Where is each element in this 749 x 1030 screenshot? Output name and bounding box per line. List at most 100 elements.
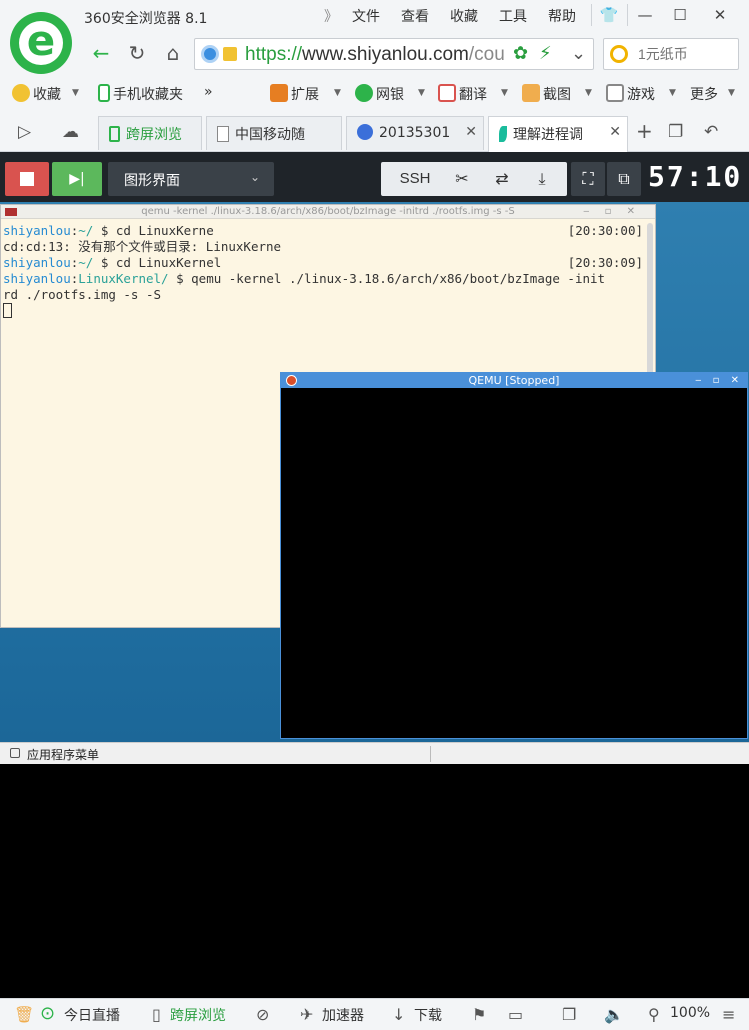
- menu-collapse-icon[interactable]: 》: [324, 6, 338, 26]
- qemu-window[interactable]: QEMU [Stopped] ‒ ▫ ✕: [280, 372, 748, 739]
- extensions-caret-icon[interactable]: ▼: [334, 88, 341, 98]
- search-box[interactable]: [603, 38, 739, 70]
- menu-file[interactable]: 文件: [352, 6, 380, 26]
- restore-tab-icon[interactable]: ↶: [704, 122, 718, 142]
- mode-select[interactable]: 图形界面 ⌄: [108, 162, 274, 196]
- menu-view[interactable]: 查看: [401, 6, 429, 26]
- play-circle-icon[interactable]: ⊙: [40, 1003, 55, 1024]
- web-content: ▶| 图形界面 ⌄ SSH ✂ ⇄ ⤓ ⛶ ⧉ 57:10 qemu -kern…: [0, 152, 749, 998]
- vm-desktop[interactable]: qemu -kernel ./linux-3.18.6/arch/x86/boo…: [0, 202, 749, 998]
- scissors-icon[interactable]: ✂: [447, 162, 477, 196]
- tab-process-scheduling[interactable]: 理解进程调 ✕: [488, 116, 628, 152]
- share-screen-icon[interactable]: ⇄: [487, 162, 517, 196]
- zoom-level[interactable]: 100%: [670, 1005, 710, 1021]
- restore-window-icon[interactable]: ❐: [562, 1005, 576, 1024]
- cloud-icon[interactable]: ☁: [62, 122, 79, 142]
- url-dropdown-icon[interactable]: ⌄: [571, 43, 586, 64]
- screenshot-caret-icon[interactable]: ▼: [585, 88, 592, 98]
- lock-icon[interactable]: [223, 47, 237, 61]
- live-button[interactable]: 今日直播: [64, 1005, 120, 1025]
- tab-close-icon[interactable]: ✕: [609, 124, 621, 140]
- bookmark-more[interactable]: 更多: [690, 84, 718, 104]
- bookmark-screenshot[interactable]: 截图: [522, 84, 571, 104]
- games-caret-icon[interactable]: ▼: [669, 88, 676, 98]
- terminal-line: shiyanlou:LinuxKernel/ $ qemu -kernel ./…: [3, 271, 606, 286]
- qemu-window-buttons[interactable]: ‒ ▫ ✕: [695, 373, 743, 388]
- tab-china-mobile[interactable]: 中国移动随: [206, 116, 342, 150]
- menu-tools[interactable]: 工具: [499, 6, 527, 26]
- sound-icon[interactable]: 🔈: [604, 1005, 624, 1024]
- maximize-button[interactable]: ☐: [665, 0, 695, 30]
- menu-favorites[interactable]: 收藏: [450, 6, 478, 26]
- tab-list-icon[interactable]: ❐: [668, 122, 683, 142]
- cross-screen-button[interactable]: 跨屏浏览: [170, 1005, 226, 1025]
- translate-caret-icon[interactable]: ▼: [501, 88, 508, 98]
- status-bar: 🗑 ⊙ 今日直播 ▯ 跨屏浏览 ⊘ ✈ 加速器 ↓ 下载 ⚑ ▭ ❐ 🔈 ⚲ 1…: [0, 998, 749, 1030]
- menu-help[interactable]: 帮助: [548, 6, 576, 26]
- vm-taskbar: 应用程序菜单: [0, 742, 749, 764]
- download-icon[interactable]: ⤓: [527, 162, 557, 196]
- resume-button[interactable]: ▶|: [52, 162, 102, 196]
- sidebar-toggle-icon[interactable]: ▷: [18, 122, 31, 142]
- tab-cross-screen[interactable]: 跨屏浏览: [98, 116, 202, 150]
- navigation-bar: ← ↻ ⌂ https://www.shiyanlou.com/cou ✿ ⚡ …: [0, 36, 749, 74]
- flag-icon[interactable]: ⚑: [472, 1005, 486, 1024]
- terminal-line: cd:cd:13: 没有那个文件或目录: LinuxKerne: [3, 239, 282, 254]
- vm-tools: SSH ✂ ⇄ ⤓: [381, 162, 567, 196]
- terminal-window-buttons[interactable]: ‒ ▫ ✕: [583, 205, 641, 219]
- terminal-icon: [5, 208, 17, 216]
- chevron-down-icon: ⌄: [249, 170, 260, 184]
- window-icon[interactable]: ▭: [508, 1005, 523, 1024]
- tab-close-icon[interactable]: ✕: [465, 124, 477, 140]
- url-text[interactable]: https://www.shiyanlou.com/cou: [245, 44, 507, 66]
- search-input[interactable]: [638, 43, 734, 65]
- stop-button[interactable]: [5, 162, 49, 196]
- bookmark-mobile-favorites[interactable]: 手机收藏夹: [98, 84, 183, 104]
- fullscreen-button[interactable]: ⛶: [571, 162, 605, 196]
- terminal-line: shiyanlou:~/ $ cd LinuxKerne [20:30:00]: [3, 223, 643, 238]
- menu-icon[interactable]: ≡: [722, 1005, 735, 1024]
- favorites-caret-icon[interactable]: ▼: [72, 88, 79, 98]
- bookmark-banking[interactable]: 网银: [355, 84, 404, 104]
- more-caret-icon[interactable]: ▼: [728, 88, 735, 98]
- ssh-button[interactable]: SSH: [387, 162, 443, 196]
- skin-icon[interactable]: 👕: [594, 0, 624, 30]
- bookmark-extensions[interactable]: 扩展: [270, 84, 319, 104]
- zoom-icon[interactable]: ⚲: [648, 1005, 660, 1024]
- back-button[interactable]: ←: [86, 38, 116, 68]
- trash-icon[interactable]: 🗑: [14, 1005, 34, 1024]
- bookmark-translate[interactable]: 翻译: [438, 84, 487, 104]
- download-button[interactable]: 下载: [414, 1005, 442, 1025]
- app-menu-button[interactable]: 应用程序菜单: [27, 746, 99, 763]
- bookmarks-more-icon[interactable]: »: [204, 84, 213, 100]
- popout-button[interactable]: ⧉: [607, 162, 641, 196]
- bookmark-games[interactable]: 游戏: [606, 84, 655, 104]
- tab-20135301[interactable]: 20135301 ✕: [346, 116, 484, 150]
- document-icon: [217, 126, 229, 142]
- search-engine-icon[interactable]: [610, 45, 628, 63]
- banking-caret-icon[interactable]: ▼: [418, 88, 425, 98]
- new-tab-button[interactable]: +: [636, 119, 653, 143]
- flash-icon[interactable]: ⚡: [539, 43, 552, 64]
- phone-icon[interactable]: ▯: [152, 1005, 161, 1024]
- close-window-button[interactable]: ✕: [705, 0, 735, 30]
- bookmark-favorites[interactable]: 收藏: [12, 84, 61, 104]
- terminal-body[interactable]: shiyanlou:~/ $ cd LinuxKerne [20:30:00] c…: [1, 219, 655, 319]
- gamepad-icon: [606, 84, 624, 102]
- download-arrow-icon[interactable]: ↓: [392, 1005, 405, 1024]
- no-image-icon[interactable]: ⊘: [256, 1005, 269, 1024]
- accelerate-icon[interactable]: ✿: [513, 43, 528, 64]
- accelerator-button[interactable]: 加速器: [322, 1005, 364, 1025]
- terminal-title-bar[interactable]: qemu -kernel ./linux-3.18.6/arch/x86/boo…: [1, 205, 655, 219]
- minimize-button[interactable]: —: [630, 0, 660, 30]
- phone-icon: [98, 84, 110, 102]
- terminal-line: shiyanlou:~/ $ cd LinuxKernel [20:30:09]: [3, 255, 643, 270]
- qemu-title-bar[interactable]: QEMU [Stopped] ‒ ▫ ✕: [281, 373, 747, 388]
- home-button[interactable]: ⌂: [158, 38, 188, 68]
- reload-button[interactable]: ↻: [122, 38, 152, 68]
- site-info-icon[interactable]: [201, 45, 219, 63]
- shiyanlou-favicon-icon: [499, 126, 507, 142]
- rocket-icon[interactable]: ✈: [300, 1005, 313, 1024]
- address-bar[interactable]: https://www.shiyanlou.com/cou ✿ ⚡ ⌄: [194, 38, 594, 70]
- app-menu-icon[interactable]: [10, 748, 20, 758]
